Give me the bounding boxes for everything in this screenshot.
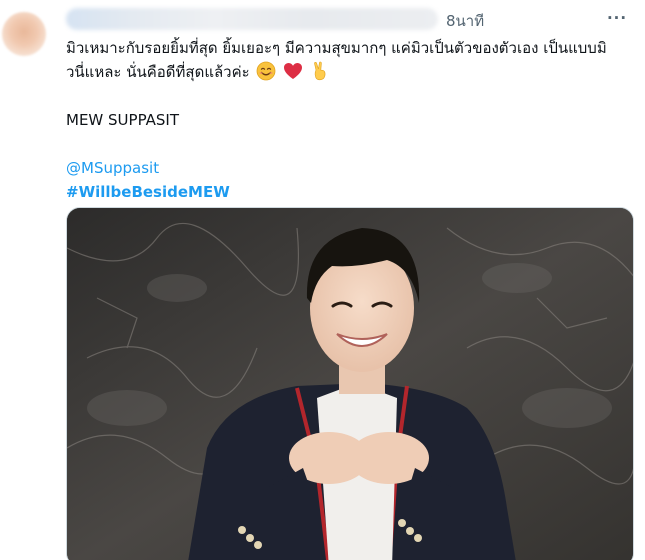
photo-illustration [67,208,633,560]
more-icon[interactable]: ··· [603,6,631,30]
tweet-card[interactable]: 8นาที ··· มิวเหมาะกับรอยยิ้มที่สุด ยิ้มเ… [0,0,645,560]
tweet-photo[interactable] [66,207,634,560]
victory-hand-emoji [314,61,326,81]
tweet-header: 8นาที ··· [66,4,631,32]
tweet-text-line-2-wrap: วนี่แหละ นั่นคือดีที่สุดแล้วค่ะ [66,60,633,84]
tweet-name-line: MEW SUPPASIT [66,111,180,129]
avatar[interactable] [2,12,46,56]
red-heart-emoji [284,63,303,79]
tweet-text-line-1: มิวเหมาะกับรอยยิ้มที่สุด ยิ้มเยอะๆ มีควา… [66,39,607,57]
hashtag-link[interactable]: #WillbeBesideMEW [66,180,633,204]
smiling-face-emoji [257,61,276,81]
blurred-username[interactable] [66,8,438,30]
mention-link[interactable]: @MSuppasit [66,156,633,180]
tweet-timestamp[interactable]: 8นาที [446,9,484,33]
tweet-text: มิวเหมาะกับรอยยิ้มที่สุด ยิ้มเยอะๆ มีควา… [66,36,633,204]
tweet-text-line-2: วนี่แหละ นั่นคือดีที่สุดแล้วค่ะ [66,63,250,81]
